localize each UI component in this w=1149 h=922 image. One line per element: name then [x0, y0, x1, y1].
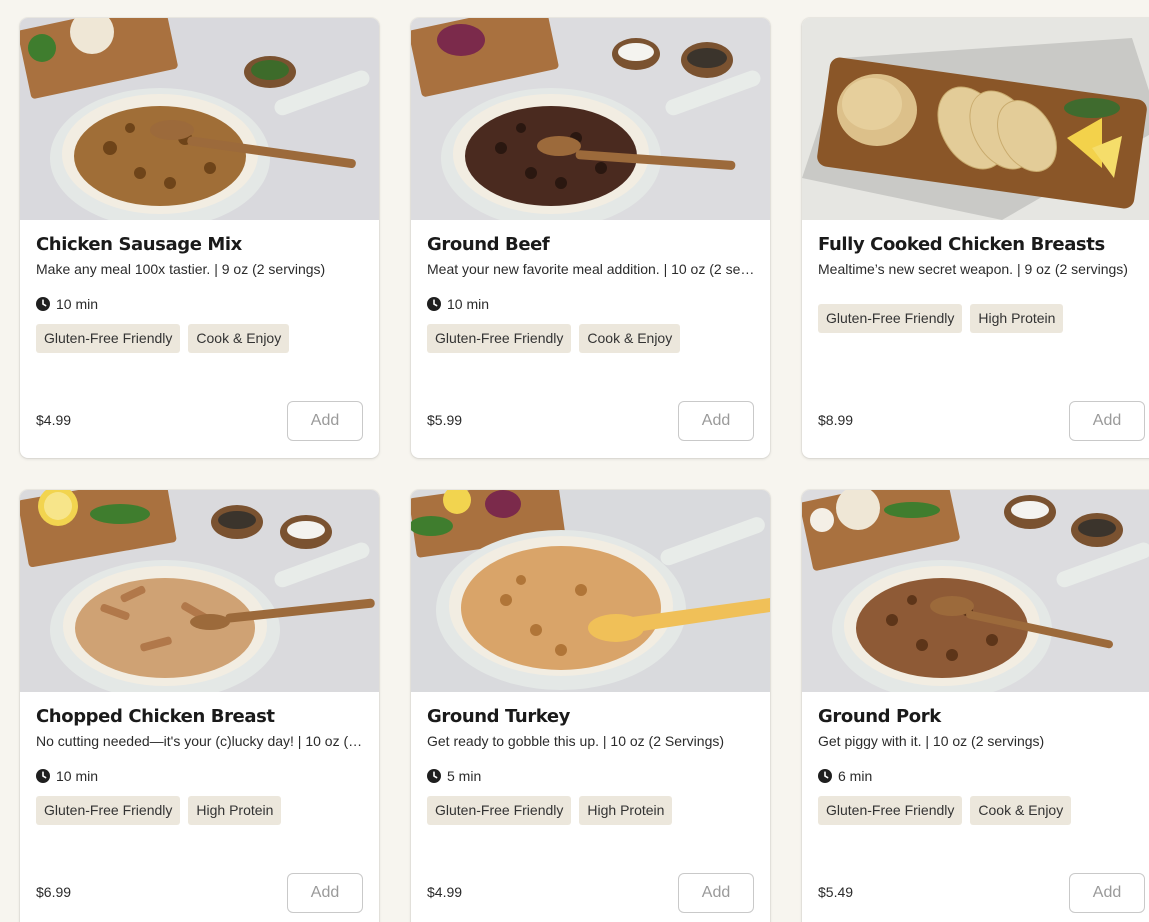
tag-badge: High Protein — [579, 796, 673, 825]
add-button[interactable]: Add — [1069, 401, 1145, 441]
product-title[interactable]: Fully Cooked Chicken Breasts — [818, 234, 1148, 255]
product-price: $6.99 — [36, 884, 72, 900]
prep-time-label: 5 min — [447, 768, 482, 784]
product-description: No cutting needed—it's your (c)lucky day… — [36, 733, 363, 749]
product-card[interactable]: Ground Pork Get piggy with it. | 10 oz (… — [802, 490, 1149, 922]
prep-time: 6 min — [818, 768, 872, 784]
product-image[interactable] — [411, 18, 770, 220]
tag-badge: Gluten-Free Friendly — [427, 796, 572, 825]
tag-badge: Gluten-Free Friendly — [36, 796, 181, 825]
tag-badge: Cook & Enjoy — [188, 324, 290, 353]
product-title[interactable]: Ground Turkey — [427, 706, 757, 727]
product-description: Get piggy with it. | 10 oz (2 servings) — [818, 733, 1045, 749]
prep-time-label: 10 min — [447, 296, 490, 312]
tag-badge: Cook & Enjoy — [970, 796, 1072, 825]
tag-badge: Gluten-Free Friendly — [36, 324, 181, 353]
add-button[interactable]: Add — [678, 873, 754, 913]
product-price: $8.99 — [818, 412, 854, 428]
product-description: Get ready to gobble this up. | 10 oz (2 … — [427, 733, 725, 749]
clock-icon — [36, 297, 50, 311]
product-price: $4.99 — [427, 884, 463, 900]
prep-time-label: 10 min — [56, 768, 99, 784]
add-button[interactable]: Add — [678, 401, 754, 441]
product-price: $4.99 — [36, 412, 72, 428]
product-price: $5.49 — [818, 884, 854, 900]
tag-badge: Gluten-Free Friendly — [818, 304, 963, 333]
product-description: Mealtime’s new secret weapon. | 9 oz (2 … — [818, 261, 1128, 277]
tag-badge: High Protein — [188, 796, 282, 825]
clock-icon — [36, 769, 50, 783]
product-title[interactable]: Chopped Chicken Breast — [36, 706, 366, 727]
product-title[interactable]: Ground Pork — [818, 706, 1148, 727]
prep-time: 10 min — [36, 768, 98, 784]
tag-badge: Gluten-Free Friendly — [818, 796, 963, 825]
tag-list: Gluten-Free Friendly High Protein — [427, 796, 673, 825]
product-title[interactable]: Ground Beef — [427, 234, 757, 255]
tag-list: Gluten-Free Friendly Cook & Enjoy — [427, 324, 681, 353]
product-description: Make any meal 100x tastier. | 9 oz (2 se… — [36, 261, 326, 277]
product-card[interactable]: Ground Beef Meat your new favorite meal … — [411, 18, 770, 458]
product-image[interactable] — [802, 490, 1149, 692]
add-button[interactable]: Add — [287, 873, 363, 913]
product-image[interactable] — [802, 18, 1149, 220]
tag-badge: High Protein — [970, 304, 1064, 333]
add-button[interactable]: Add — [287, 401, 363, 441]
product-card[interactable]: Ground Turkey Get ready to gobble this u… — [411, 490, 770, 922]
clock-icon — [427, 769, 441, 783]
product-price: $5.99 — [427, 412, 463, 428]
clock-icon — [818, 769, 832, 783]
add-button[interactable]: Add — [1069, 873, 1145, 913]
prep-time: 10 min — [427, 296, 489, 312]
tag-list: Gluten-Free Friendly High Protein — [36, 796, 282, 825]
product-grid: Chicken Sausage Mix Make any meal 100x t… — [0, 0, 1149, 922]
product-image[interactable] — [411, 490, 770, 692]
prep-time-label: 6 min — [838, 768, 873, 784]
product-image[interactable] — [20, 490, 379, 692]
tag-list: Gluten-Free Friendly Cook & Enjoy — [818, 796, 1072, 825]
product-title[interactable]: Chicken Sausage Mix — [36, 234, 366, 255]
product-card[interactable]: Chicken Sausage Mix Make any meal 100x t… — [20, 18, 379, 458]
prep-time-label: 10 min — [56, 296, 99, 312]
prep-time: 5 min — [427, 768, 481, 784]
tag-list: Gluten-Free Friendly Cook & Enjoy — [36, 324, 290, 353]
clock-icon — [427, 297, 441, 311]
product-description: Meat your new favorite meal addition. | … — [427, 261, 755, 277]
tag-badge: Cook & Enjoy — [579, 324, 681, 353]
tag-list: Gluten-Free Friendly High Protein — [818, 304, 1064, 333]
product-card[interactable]: Chopped Chicken Breast No cutting needed… — [20, 490, 379, 922]
prep-time: 10 min — [36, 296, 98, 312]
product-card[interactable]: Fully Cooked Chicken Breasts Mealtime’s … — [802, 18, 1149, 458]
tag-badge: Gluten-Free Friendly — [427, 324, 572, 353]
product-image[interactable] — [20, 18, 379, 220]
